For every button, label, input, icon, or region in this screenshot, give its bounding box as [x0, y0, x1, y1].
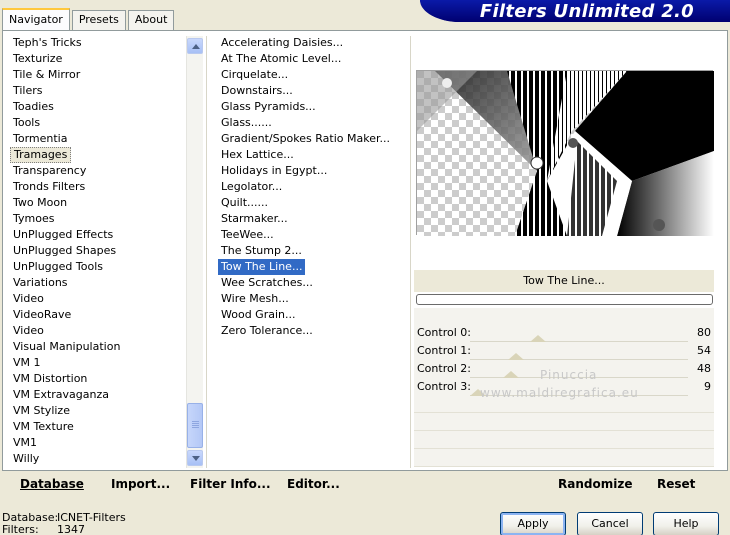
database-button[interactable]: Database — [20, 472, 84, 496]
apply-button[interactable]: Apply — [500, 512, 566, 535]
grip-icon — [192, 421, 199, 429]
tab-about[interactable]: About — [127, 10, 175, 30]
control-label: Control 0: — [417, 326, 471, 339]
control-value: 9 — [704, 380, 711, 393]
scroll-up-button[interactable] — [187, 38, 203, 54]
category-item[interactable]: VM Texture — [10, 419, 184, 435]
category-item[interactable]: Tormentia — [10, 131, 184, 147]
filter-item[interactable]: The Stump 2... — [218, 243, 406, 259]
divider — [410, 36, 411, 468]
filter-item[interactable]: Starmaker... — [218, 211, 406, 227]
filter-item[interactable]: Quilt...... — [218, 195, 406, 211]
category-item[interactable]: VM1 — [10, 435, 184, 451]
filter-info-button[interactable]: Filter Info... — [190, 472, 271, 496]
slider-thumb[interactable] — [503, 371, 520, 378]
control-label: Control 2: — [417, 362, 471, 375]
tab-strip: Navigator Presets About — [2, 8, 176, 30]
filter-item[interactable]: Zero Tolerance... — [218, 323, 406, 339]
filter-item[interactable]: TeeWee... — [218, 227, 406, 243]
category-item[interactable]: Tramages — [10, 147, 72, 163]
randomize-button[interactable]: Randomize — [558, 472, 632, 496]
category-scrollbar[interactable] — [186, 36, 203, 468]
category-item[interactable]: VM Distortion — [10, 371, 184, 387]
control-value: 54 — [697, 344, 711, 357]
selected-filter-name: Tow The Line... — [414, 270, 714, 292]
category-item[interactable]: Toadies — [10, 99, 184, 115]
category-item[interactable]: UnPlugged Effects — [10, 227, 184, 243]
watermark-url: www.maldiregrafica.eu — [480, 386, 639, 400]
empty-control-row — [414, 414, 714, 431]
category-item[interactable]: Transparency — [10, 163, 184, 179]
cancel-button[interactable]: Cancel — [577, 512, 643, 535]
category-item[interactable]: Texturize — [10, 51, 184, 67]
help-button[interactable]: Help — [653, 512, 719, 535]
filter-item[interactable]: Gradient/Spokes Ratio Maker... — [218, 131, 406, 147]
editor-button[interactable]: Editor... — [287, 472, 340, 496]
category-item[interactable]: Video — [10, 323, 184, 339]
filter-item[interactable]: Holidays in Egypt... — [218, 163, 406, 179]
category-item[interactable]: VM Stylize — [10, 403, 184, 419]
tab-presets[interactable]: Presets — [71, 10, 126, 30]
filter-item[interactable]: Glass...... — [218, 115, 406, 131]
category-item[interactable]: Willy — [10, 451, 184, 467]
category-item[interactable]: Tronds Filters — [10, 179, 184, 195]
category-item[interactable]: VM Extravaganza — [10, 387, 184, 403]
import-button[interactable]: Import... — [111, 472, 170, 496]
filter-item[interactable]: Wee Scratches... — [218, 275, 406, 291]
filter-list[interactable]: Accelerating Daisies... At The Atomic Lev… — [218, 35, 406, 337]
category-item[interactable]: UnPlugged Tools — [10, 259, 184, 275]
watermark-text: Pinuccia — [540, 368, 598, 382]
progress-bar — [416, 294, 713, 305]
category-list[interactable]: Teph's Tricks Texturize Tile & Mirror Tiler… — [10, 35, 184, 469]
tab-navigator[interactable]: Navigator — [2, 8, 70, 30]
category-item[interactable]: Teph's Tricks — [10, 35, 184, 51]
filter-item[interactable]: Accelerating Daisies... — [218, 35, 406, 51]
filter-item[interactable]: Cirquelate... — [218, 67, 406, 83]
control-slider-0[interactable]: Control 0: 80 — [414, 325, 714, 342]
filters-count: 1347 — [57, 523, 85, 535]
filter-item[interactable]: Wood Grain... — [218, 307, 406, 323]
control-value: 48 — [697, 362, 711, 375]
category-item[interactable]: VideoRave — [10, 307, 184, 323]
filter-item[interactable]: Wire Mesh... — [218, 291, 406, 307]
filter-item[interactable]: Downstairs... — [218, 83, 406, 99]
scroll-down-button[interactable] — [187, 450, 203, 466]
filter-item[interactable]: Tow The Line... — [218, 259, 306, 275]
empty-control-row — [414, 432, 714, 449]
filter-item[interactable]: Glass Pyramids... — [218, 99, 406, 115]
category-item[interactable]: Tilers — [10, 83, 184, 99]
control-label: Control 1: — [417, 344, 471, 357]
category-item[interactable]: Two Moon — [10, 195, 184, 211]
category-item[interactable]: Visual Manipulation — [10, 339, 184, 355]
status-info: Database:ICNET-Filters Filters: 1347 — [2, 512, 126, 535]
preview-image — [416, 70, 714, 236]
category-item[interactable]: Tools — [10, 115, 184, 131]
slider-thumb[interactable] — [508, 353, 525, 360]
slider-track[interactable] — [470, 341, 688, 342]
category-item[interactable]: Tile & Mirror — [10, 67, 184, 83]
filter-item[interactable]: Hex Lattice... — [218, 147, 406, 163]
category-item[interactable]: VM 1 — [10, 355, 184, 371]
category-item[interactable]: UnPlugged Shapes — [10, 243, 184, 259]
filter-item[interactable]: At The Atomic Level... — [218, 51, 406, 67]
slider-track[interactable] — [470, 359, 688, 360]
title-banner: Filters Unlimited 2.0 — [420, 0, 730, 22]
category-item[interactable]: Tymoes — [10, 211, 184, 227]
category-item[interactable]: Variations — [10, 275, 184, 291]
control-value: 80 — [697, 326, 711, 339]
filter-item[interactable]: Legolator... — [218, 179, 406, 195]
reset-button[interactable]: Reset — [657, 472, 695, 496]
control-slider-1[interactable]: Control 1: 54 — [414, 343, 714, 360]
bottom-toolbar: Database Import... Filter Info... Editor… — [10, 472, 718, 496]
category-item[interactable]: Video — [10, 291, 184, 307]
scroll-thumb[interactable] — [187, 403, 203, 448]
divider — [206, 36, 207, 468]
app-title: Filters Unlimited 2.0 — [479, 1, 694, 22]
control-label: Control 3: — [417, 380, 471, 393]
filters-label: Filters: — [2, 523, 39, 535]
empty-control-row — [414, 450, 714, 467]
chevron-up-icon — [192, 44, 200, 49]
slider-thumb[interactable] — [530, 335, 547, 342]
chevron-down-icon — [192, 456, 200, 461]
